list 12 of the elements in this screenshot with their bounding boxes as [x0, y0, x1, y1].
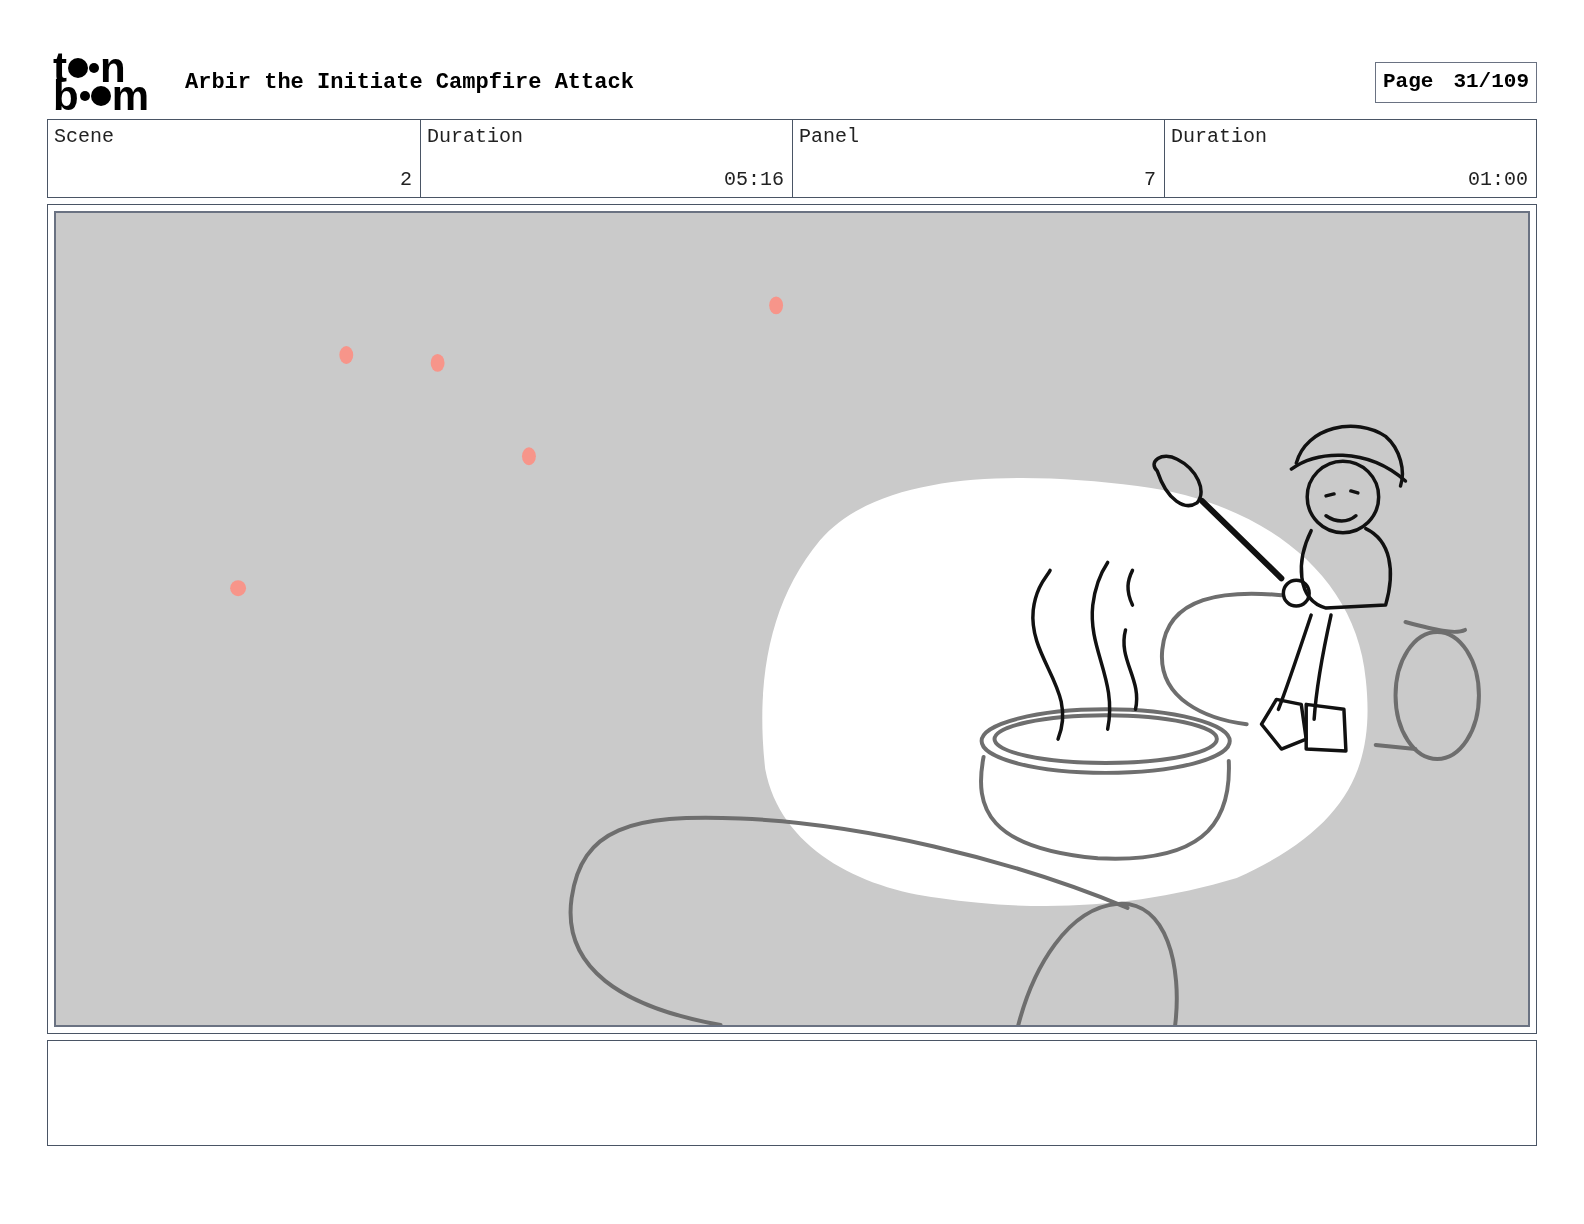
- column-header: Duration: [427, 125, 524, 149]
- toon-boom-logo: t n b m: [53, 52, 150, 112]
- page-label: Page: [1382, 69, 1434, 96]
- column-header: Duration: [1171, 125, 1268, 149]
- storyboard-title: Arbir the Initiate Campfire Attack: [185, 68, 634, 97]
- column-header: Panel: [799, 125, 860, 149]
- table-cell-text: 05:16: [724, 168, 785, 192]
- table-cell-text: 01:00: [1468, 168, 1529, 192]
- column-header: Scene: [54, 125, 115, 149]
- table-cell-text: 2: [400, 168, 413, 192]
- table-cell-text: 7: [1144, 168, 1157, 192]
- page-value: 31/109: [1453, 69, 1529, 96]
